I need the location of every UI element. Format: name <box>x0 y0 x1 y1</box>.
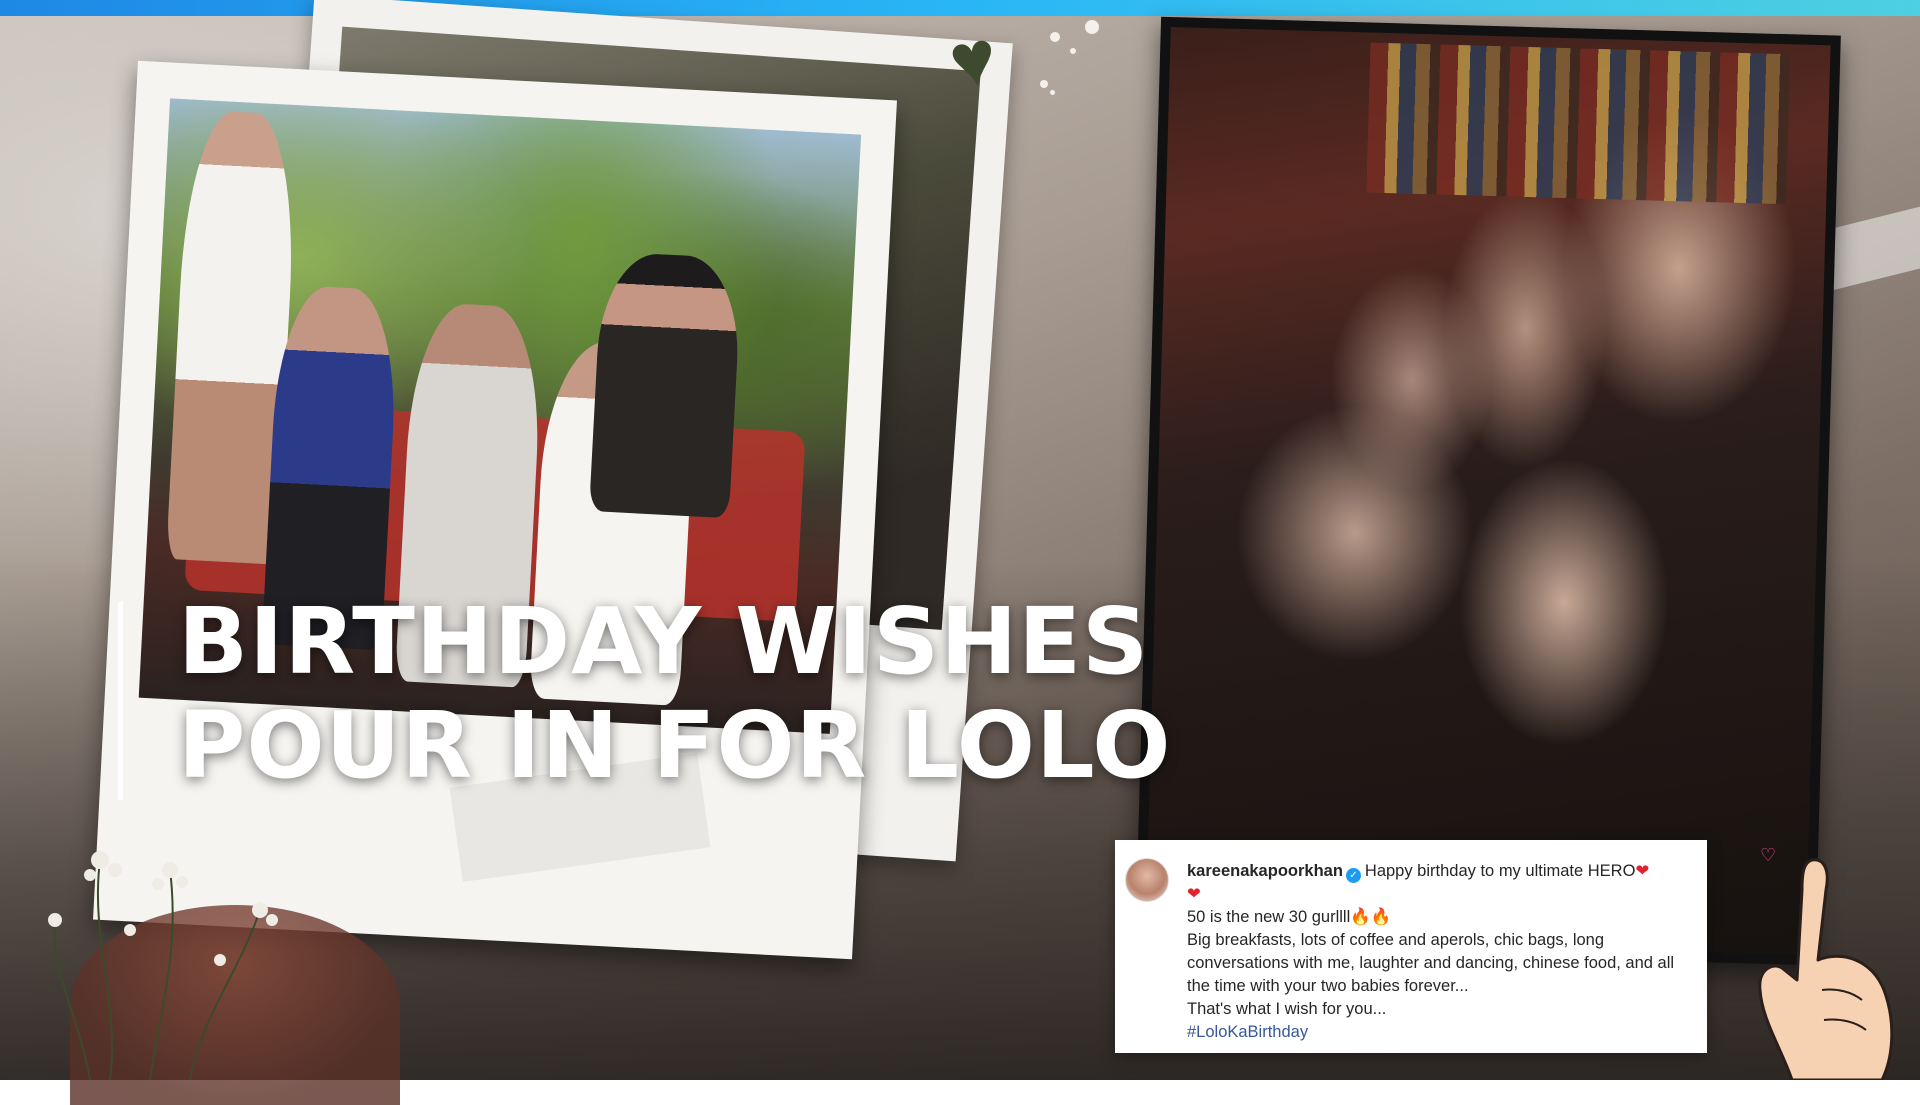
selfie-image <box>1145 26 1831 956</box>
pointing-hand-icon <box>1758 858 1894 1080</box>
caption-line-2: 50 is the new 30 gurllll <box>1187 908 1351 926</box>
headline: BIRTHDAY WISHES POUR IN FOR LOLO <box>178 590 1172 798</box>
caption-line-4: That's what I wish for you... <box>1187 1000 1387 1018</box>
caption-username[interactable]: kareenakapoorkhan <box>1187 862 1343 880</box>
flowers-decoration <box>48 851 278 1080</box>
caption-greeting: Happy birthday to my ultimate HERO <box>1364 862 1636 880</box>
caption-text: kareenakapoorkhan ✓ Happy birthday to my u… <box>1187 860 1692 1044</box>
instagram-caption-card: kareenakapoorkhan ✓ Happy birthday to my u… <box>1115 840 1707 1053</box>
title-rule <box>118 602 123 800</box>
headline-line-2: POUR IN FOR LOLO <box>178 692 1172 799</box>
caption-hashtag[interactable]: #LoloKaBirthday <box>1187 1021 1692 1044</box>
caption-line-3: Big breakfasts, lots of coffee and apero… <box>1187 931 1675 995</box>
person-dark <box>589 251 743 519</box>
verified-badge-icon: ✓ <box>1345 868 1361 883</box>
selfie-photo <box>1135 16 1841 966</box>
fire-icon: 🔥🔥 <box>1350 908 1392 926</box>
headline-line-1: BIRTHDAY WISHES <box>178 588 1150 695</box>
heart-icon: ❤ <box>1187 885 1201 903</box>
top-accent-bar <box>0 0 1920 16</box>
avatar[interactable] <box>1125 858 1169 902</box>
bookshelf <box>1366 42 1791 205</box>
heart-icon: ❤ <box>1635 862 1650 880</box>
